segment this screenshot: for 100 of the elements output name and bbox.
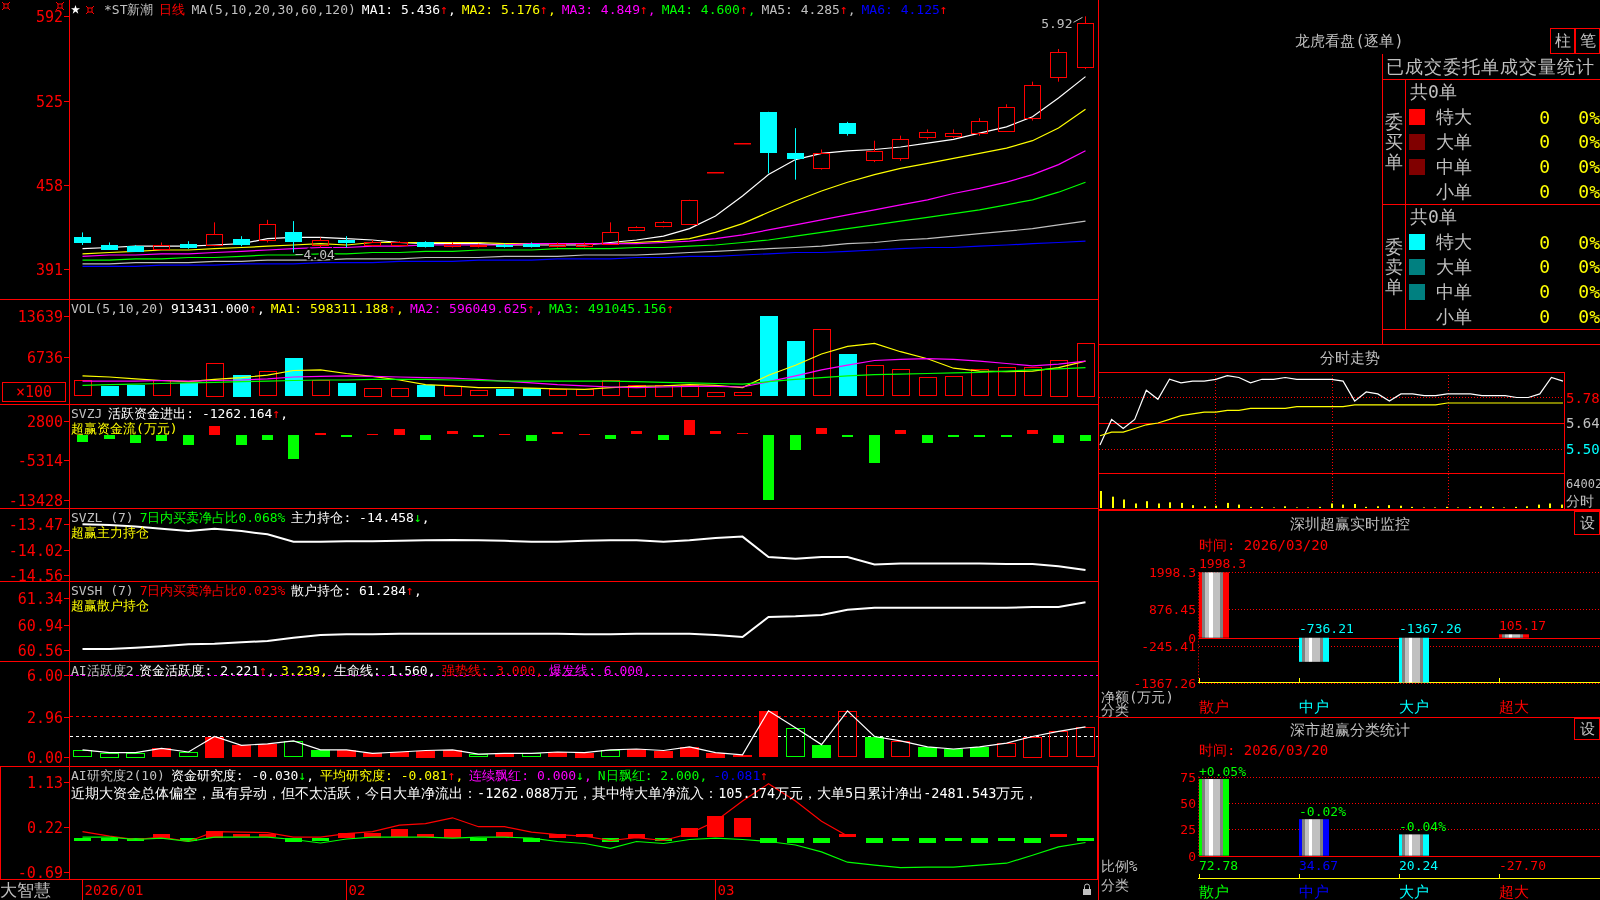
indicator-subtitle: 超赢散户持仓 bbox=[71, 598, 149, 613]
legend-value: 主力持仓: -14.458↓, bbox=[291, 510, 430, 525]
indicator-subtitle: 超赢资金流(万元) bbox=[71, 421, 178, 436]
candle bbox=[892, 135, 909, 162]
candle bbox=[866, 140, 883, 163]
indicator-title: SVZL (7) bbox=[71, 510, 134, 525]
order-total: 共0单 bbox=[1409, 80, 1457, 105]
change-label: -0.02% bbox=[1299, 803, 1346, 819]
legend-value: 爆发线: 6.000, bbox=[549, 663, 651, 678]
candle bbox=[760, 111, 777, 174]
axis-title: 分类 bbox=[1101, 877, 1129, 893]
candle bbox=[787, 127, 804, 181]
axis-label: 6736 bbox=[26, 348, 63, 367]
chart-pane[interactable]: 61.34 60.94 60.56 SVSH (7) 7日内买卖净占比0.023% 散户持仓: 61.284↑, 超赢散户持仓 bbox=[0, 581, 1098, 661]
star-icon bbox=[71, 5, 80, 14]
axis-label: -13428 bbox=[8, 491, 63, 508]
chart-pane[interactable]: 13639 6736 VOL(5,10,20) 913431.000↑, MA1: 598311.188↑, MA2: 596049.625↑, MA3: 491045.156↑ ×100 bbox=[0, 299, 1098, 404]
timestamp-label: 时间: 2026/03/20 bbox=[1199, 742, 1329, 758]
axis-label: 0.00 bbox=[26, 748, 63, 766]
legend-value: 资金研究度: -0.030↓, bbox=[170, 768, 315, 783]
legend-value: MA3: 4.849↑, bbox=[561, 2, 656, 17]
chart-pane[interactable]: 6.00 2.96 0.00 AI活跃度2 资金活跃度: 2.221↑, 3.239, 生命线: 1.560, 强势线: 3.000, 爆发线: 6.000, bbox=[0, 661, 1098, 766]
candle bbox=[576, 241, 593, 248]
candle bbox=[971, 117, 988, 137]
legend-value: -0.081↑ bbox=[713, 768, 769, 783]
candle bbox=[655, 220, 672, 228]
order-percent: 0% bbox=[1578, 281, 1600, 303]
settings-button[interactable]: 设 bbox=[1574, 511, 1600, 535]
candle bbox=[707, 171, 724, 174]
candle bbox=[127, 244, 144, 252]
axis-label: 60.56 bbox=[17, 641, 63, 660]
order-count: 0 bbox=[1539, 156, 1550, 178]
settings-button[interactable]: 设 bbox=[1574, 718, 1600, 740]
axis-label: 1.13 bbox=[26, 773, 63, 792]
axis-label: 61.34 bbox=[17, 589, 63, 608]
legend-value: 强势线: 3.000, bbox=[441, 663, 544, 678]
candle bbox=[338, 235, 355, 248]
candle bbox=[1077, 15, 1094, 70]
order-count: 0 bbox=[1539, 106, 1550, 128]
axis-label: 525 bbox=[35, 92, 63, 111]
timestamp-label: 时间: 2026/03/20 bbox=[1199, 537, 1329, 553]
chart-pane[interactable]: 2800 -5314 -13428 SVZJ 活跃资金进出: -1262.164↑, 超赢资金流(万元) bbox=[0, 404, 1098, 508]
category-label: 散户 bbox=[1199, 883, 1229, 900]
marker-icon bbox=[86, 5, 94, 14]
legend-value: 913431.000↑, bbox=[170, 301, 265, 316]
axis-label: -0.69 bbox=[17, 863, 63, 880]
candle bbox=[813, 149, 830, 171]
candle bbox=[444, 241, 461, 248]
bar bbox=[1299, 819, 1329, 856]
indicator-title: MA(5,10,20,30,60,120) bbox=[191, 2, 356, 17]
legend-value: MA4: 4.600↑, bbox=[661, 2, 756, 17]
category-label: 中户 bbox=[1299, 883, 1329, 900]
order-type: 大单 bbox=[1436, 255, 1473, 279]
view-button[interactable]: 柱 bbox=[1550, 28, 1575, 54]
change-label: -0.04% bbox=[1399, 818, 1446, 834]
order-count: 0 bbox=[1539, 231, 1550, 253]
candle bbox=[549, 241, 566, 248]
date-label: 03 bbox=[717, 882, 735, 898]
date-label: 2026/01 bbox=[84, 882, 144, 898]
axis-label: -1367.26 bbox=[1133, 676, 1196, 691]
order-type: 特大 bbox=[1436, 105, 1473, 130]
candle bbox=[259, 219, 276, 243]
indicator-title: SVSH (7) bbox=[71, 583, 134, 598]
marker-icon bbox=[55, 1, 65, 11]
change-label: +0.05% bbox=[1199, 763, 1246, 779]
panel-title: 深市超赢分类统计 bbox=[1289, 721, 1410, 739]
candle bbox=[312, 236, 329, 248]
candle bbox=[496, 243, 513, 248]
axis-label: 1998.3 bbox=[1149, 565, 1196, 580]
axis-label: -14.02 bbox=[8, 541, 63, 560]
order-count: 0 bbox=[1539, 131, 1550, 153]
axis-label: 5.78 bbox=[1566, 389, 1600, 406]
candle bbox=[628, 225, 645, 232]
candle bbox=[470, 243, 487, 248]
axis-title: 分时 bbox=[1566, 493, 1594, 509]
candle bbox=[233, 235, 250, 247]
category-label: 超大 bbox=[1499, 883, 1529, 900]
legend-value: MA1: 5.436↑, bbox=[361, 2, 456, 17]
order-percent: 0% bbox=[1578, 106, 1600, 128]
table-title: 已成交委托单成交量统计 bbox=[1386, 54, 1595, 79]
axis-title: 净额(万元) bbox=[1101, 689, 1174, 705]
axis-label: 0 bbox=[1188, 849, 1196, 864]
view-button[interactable]: 笔 bbox=[1575, 28, 1600, 54]
candle bbox=[206, 221, 223, 247]
candle bbox=[998, 103, 1015, 133]
order-type: 小单 bbox=[1436, 304, 1473, 329]
panel-title: 龙虎看盘(逐单) bbox=[1295, 32, 1404, 50]
legend-value: 资金活跃度: 2.221↑, bbox=[139, 663, 275, 678]
order-percent: 0% bbox=[1578, 256, 1600, 278]
legend-value: MA2: 5.176↑, bbox=[461, 2, 556, 17]
chart-pane[interactable]: -13.47 -14.02 -14.56 SVZL (7) 7日内买卖净占比0.068% 主力持仓: -14.458↓, 超赢主力持仓 bbox=[0, 508, 1098, 581]
order-type: 中单 bbox=[1436, 279, 1473, 304]
order-percent: 0% bbox=[1578, 131, 1600, 153]
legend-value: 7日内买卖净占比0.068% bbox=[139, 510, 286, 525]
axis-label: -5314 bbox=[17, 451, 63, 470]
legend-value: 活跃资金进出: -1262.164↑, bbox=[108, 406, 289, 421]
candle bbox=[681, 199, 698, 226]
axis-label: 50 bbox=[1180, 796, 1196, 811]
period-label: 日线 bbox=[159, 2, 186, 17]
value-label: 72.78 bbox=[1199, 857, 1239, 873]
